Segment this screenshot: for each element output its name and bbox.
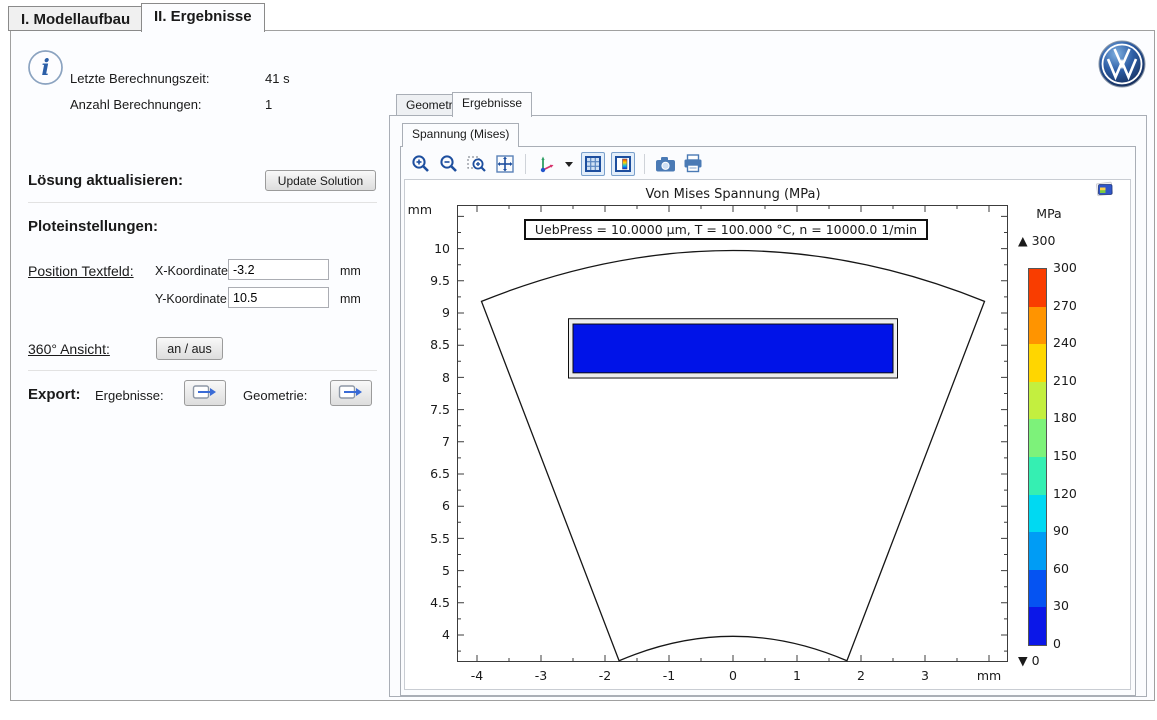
textfield-position-label: Position Textfeld: [28,263,134,279]
x-tick-label: 1 [777,668,817,683]
plot-window-icon[interactable] [1096,181,1115,203]
export-results-label: Ergebnisse: [95,388,164,403]
view-orientation-dropdown[interactable] [563,153,575,175]
export-geometry-label: Geometrie: [243,388,307,403]
y-coordinate-label: Y-Koordinate: [155,292,230,306]
x-tick-label: -1 [649,668,689,683]
y-tick-label: 9.5 [408,273,450,288]
colorbar-tick-label: 210 [1053,373,1087,388]
toolbar-separator [525,154,526,174]
colorbar-tick-label: 90 [1053,523,1087,538]
colorbar-segment [1029,532,1046,570]
colorbar-tick-label: 270 [1053,298,1087,313]
tab-ergebnisse-plot[interactable]: Ergebnisse [452,92,532,117]
export-results-button[interactable] [184,380,226,406]
toolbar-separator [644,154,645,174]
colorbar-segment [1029,457,1046,495]
legend-toggle-button[interactable] [611,152,635,176]
y-tick-label: 8.5 [408,337,450,352]
x-coordinate-label: X-Koordinate: [155,264,231,278]
plot-settings-heading: Ploteinstellungen: [28,218,158,235]
y-tick-label: 5 [408,563,450,578]
colorbar-unit: MPa [1030,206,1068,221]
y-tick-label: 10 [408,241,450,256]
tab-spannung-mises[interactable]: Spannung (Mises) [402,123,519,147]
mises-stress-plot [457,205,1008,667]
export-heading: Export: [28,386,81,403]
computation-count-value: 1 [265,97,272,112]
colorbar-segment [1029,607,1046,645]
zoom-box-button[interactable] [466,153,488,175]
grid-toggle-button[interactable] [581,152,605,176]
colorbar-segment [1029,570,1046,608]
divider [28,202,377,203]
divider [28,370,377,371]
colorbar-segment [1029,419,1046,457]
export-geometry-button[interactable] [330,380,372,406]
x-tick-label: -2 [585,668,625,683]
x-tick-label: 2 [841,668,881,683]
y-tick-label: 9 [408,305,450,320]
colorbar-tick-label: 300 [1053,260,1087,275]
view-360-label: 360° Ansicht: [28,341,110,357]
colorbar-segment [1029,344,1046,382]
colorbar-segment [1029,382,1046,420]
info-icon: i [27,49,64,91]
x-tick-label: 0 [713,668,753,683]
plot-title: Von Mises Spannung (MPa) [583,187,883,202]
zoom-out-button[interactable] [438,153,460,175]
update-solution-heading: Lösung aktualisieren: [28,172,183,189]
colorbar-min-marker: ▼ 0 [1018,653,1040,668]
export-icon [338,384,364,403]
graphics-toolbar [410,150,704,177]
colorbar-tick-label: 240 [1053,335,1087,350]
colorbar-tick-label: 120 [1053,486,1087,501]
y-coordinate-input[interactable] [228,287,329,308]
colorbar-tick-label: 0 [1053,636,1087,651]
tab-modellaufbau[interactable]: I. Modellaufbau [8,6,143,31]
export-icon [192,384,218,403]
last-computation-time-label: Letzte Berechnungszeit: [70,71,209,86]
update-solution-button[interactable]: Update Solution [265,170,376,191]
colorbar-segment [1029,269,1046,307]
app-window: I. Modellaufbau II. Ergebnisse i Letzte … [0,0,1157,720]
plot-annotation: UebPress = 10.0000 µm, T = 100.000 °C, n… [524,219,928,240]
vw-logo [1097,40,1147,93]
colorbar-tick-label: 60 [1053,561,1087,576]
y-tick-label: 5.5 [408,531,450,546]
x-axis-unit: mm [969,668,1009,683]
y-tick-label: 8 [408,370,450,385]
zoom-extents-button[interactable] [494,153,516,175]
colorbar-segment [1029,495,1046,533]
svg-text:i: i [41,55,49,81]
colorbar [1028,268,1047,646]
colorbar-tick-label: 180 [1053,410,1087,425]
y-tick-label: 6.5 [408,466,450,481]
y-tick-label: 4.5 [408,595,450,610]
colorbar-tick-label: 30 [1053,598,1087,613]
x-tick-label: -3 [521,668,561,683]
x-coordinate-input[interactable] [228,259,329,280]
view-orientation-button[interactable] [535,153,557,175]
zoom-in-button[interactable] [410,153,432,175]
x-tick-label: 3 [905,668,945,683]
snapshot-button[interactable] [654,153,676,175]
x-coordinate-unit: mm [340,264,361,278]
y-coordinate-unit: mm [340,292,361,306]
computation-count-label: Anzahl Berechnungen: [70,97,202,112]
y-tick-label: 7.5 [408,402,450,417]
y-tick-label: 7 [408,434,450,449]
last-computation-time-value: 41 s [265,71,290,86]
print-button[interactable] [682,153,704,175]
y-axis-unit: mm [398,202,432,217]
y-tick-label: 4 [408,627,450,642]
colorbar-segment [1029,307,1046,345]
view-360-toggle-button[interactable]: an / aus [156,337,223,360]
x-tick-label: -4 [457,668,497,683]
tab-ergebnisse[interactable]: II. Ergebnisse [141,3,265,32]
y-tick-label: 6 [408,498,450,513]
colorbar-tick-label: 150 [1053,448,1087,463]
colorbar-max-marker: ▲ 300 [1018,233,1055,248]
